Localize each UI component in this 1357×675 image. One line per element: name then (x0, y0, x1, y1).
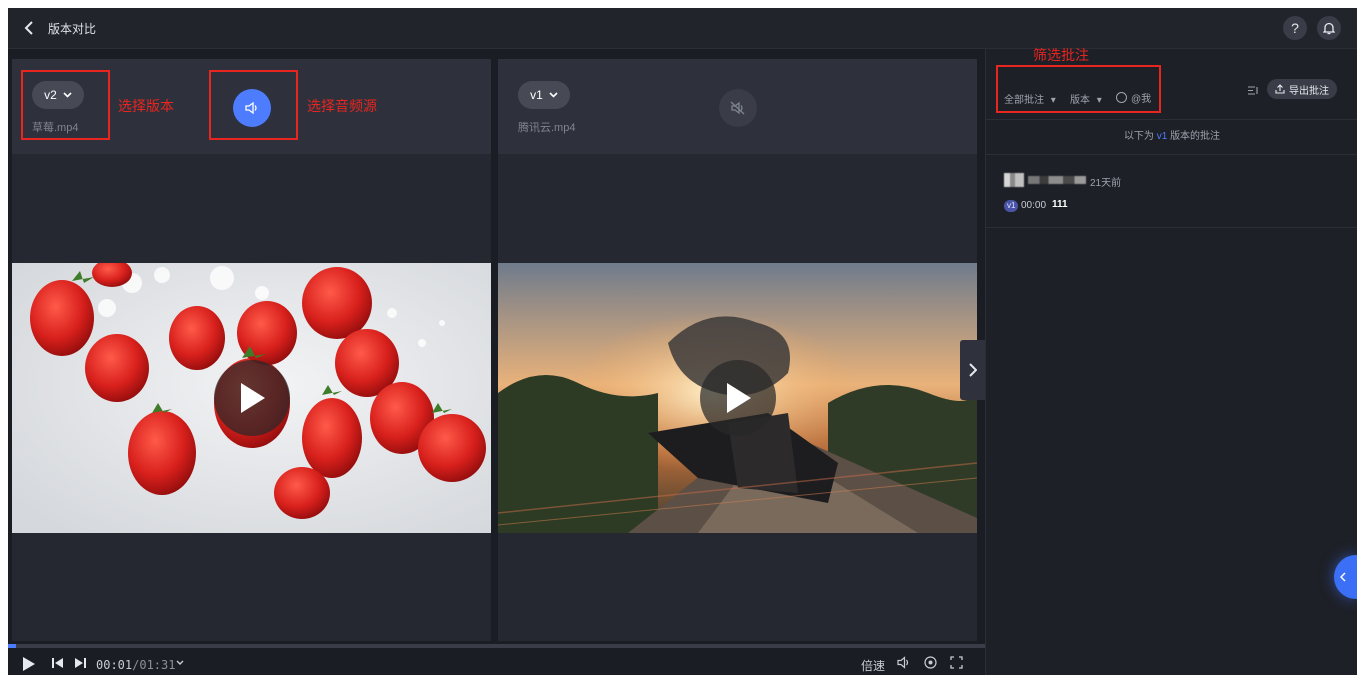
comment-item[interactable]: 21天前 v1 00:00 111 (986, 157, 1357, 228)
version-note-version: v1 (1156, 131, 1168, 142)
version-select[interactable]: v1 (518, 81, 570, 109)
play-icon (726, 383, 751, 413)
play-button-overlay[interactable] (699, 360, 776, 436)
play-button-overlay[interactable] (213, 360, 290, 436)
comments-sidebar: 全部批注 ▾ 版本 ▾ @我 导出批注 以下为 v1 版本的批注 21天前 v1 (985, 49, 1357, 675)
back-button[interactable] (20, 18, 38, 38)
top-bar: 版本对比 ? (8, 8, 1357, 49)
fullscreen-icon (950, 656, 963, 669)
annotation-select-audio: 选择音频源 (307, 98, 377, 114)
skip-forward-icon (75, 658, 86, 668)
comment-text: 111 (1052, 199, 1068, 210)
notification-button[interactable] (1317, 16, 1341, 40)
sort-icon (1248, 86, 1258, 95)
annotation-select-version: 选择版本 (118, 98, 174, 114)
export-comments-button[interactable]: 导出批注 (1267, 79, 1337, 99)
skip-back-icon (52, 658, 63, 668)
annotation-box-audio (209, 70, 298, 140)
version-note-suffix: 版本的批注 (1170, 131, 1221, 142)
play-icon (240, 383, 265, 413)
fullscreen-button[interactable] (950, 656, 963, 669)
panel-header: v1 腾讯云.mp4 (498, 59, 977, 154)
video-panel-right: v1 腾讯云.mp4 (498, 59, 977, 641)
target-icon (924, 656, 937, 669)
chevron-left-icon (1340, 572, 1346, 582)
chevron-down-icon (176, 660, 184, 665)
play-icon (23, 657, 35, 671)
collapse-sidebar-button[interactable] (960, 340, 986, 400)
audio-source-button[interactable] (719, 89, 757, 127)
speaker-muted-icon (730, 101, 745, 115)
annotation-box-version (21, 70, 110, 140)
chevron-left-icon (24, 21, 33, 35)
current-time: 00:01 (96, 658, 133, 672)
progress-fill (8, 644, 16, 648)
comment-time-ago: 21天前 (1090, 178, 1122, 189)
volume-button[interactable] (897, 656, 911, 669)
upload-icon (1275, 84, 1285, 94)
chevron-down-icon (549, 92, 558, 98)
speed-button[interactable]: 倍速 (861, 657, 885, 674)
help-button[interactable]: ? (1283, 16, 1307, 40)
username-blurred (1028, 176, 1086, 184)
page-title: 版本对比 (48, 22, 97, 36)
annotation-filter-comments: 筛选批注 (1033, 47, 1089, 63)
video-panel-left: v2 草莓.mp4 (12, 59, 491, 641)
question-icon: ? (1291, 20, 1299, 36)
time-display: 00:01/01:31 (96, 658, 175, 672)
video-frame-strawberries[interactable] (12, 263, 491, 533)
version-label: v1 (530, 88, 543, 102)
previous-frame-button[interactable] (52, 658, 64, 668)
version-note: 以下为 v1 版本的批注 (986, 119, 1357, 155)
progress-bar[interactable] (8, 644, 985, 648)
player-controls: 00:01/01:31 倍速 (8, 650, 985, 675)
chevron-right-icon (969, 363, 977, 377)
duration: 01:31 (139, 658, 176, 672)
comment-timestamp[interactable]: 00:00 (1021, 200, 1046, 211)
next-frame-button[interactable] (74, 658, 86, 668)
annotation-box-filter (996, 65, 1161, 113)
file-name: 腾讯云.mp4 (518, 122, 576, 134)
time-format-dropdown[interactable] (176, 660, 184, 665)
export-label: 导出批注 (1289, 85, 1329, 97)
bell-icon (1323, 22, 1335, 34)
avatar (1004, 173, 1024, 187)
speaker-icon (897, 656, 909, 669)
play-button[interactable] (22, 656, 36, 672)
video-frame-train[interactable] (498, 263, 977, 533)
version-note-prefix: 以下为 (1123, 131, 1154, 142)
sort-button[interactable] (1248, 82, 1258, 100)
comment-version-tag: v1 (1004, 200, 1019, 212)
settings-button[interactable] (924, 656, 937, 669)
